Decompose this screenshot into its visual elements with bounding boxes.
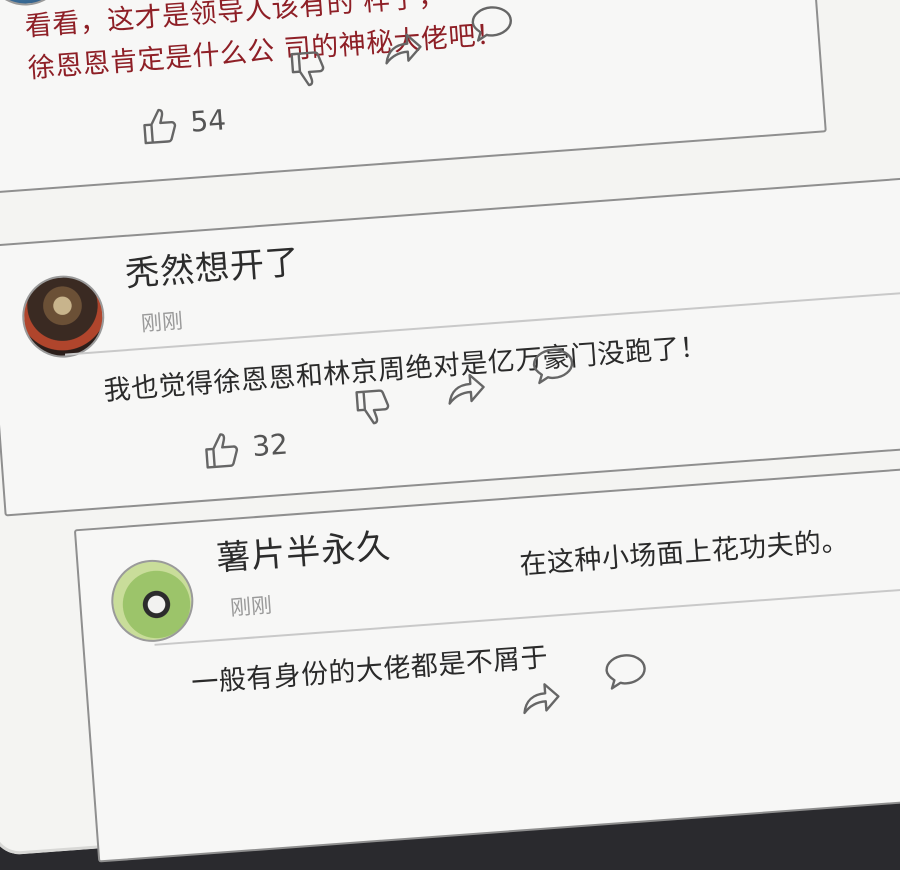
- comment-icon[interactable]: [530, 344, 577, 387]
- thumbs-down-icon[interactable]: [352, 386, 395, 429]
- comment-time: 刚刚: [140, 308, 184, 336]
- username[interactable]: 秃然想开了: [123, 234, 301, 296]
- avatar[interactable]: [19, 272, 108, 361]
- thumbs-up-icon[interactable]: [139, 105, 182, 148]
- share-icon[interactable]: [380, 27, 425, 70]
- comment-text-line: 在这种小场面上花功夫的。: [518, 525, 850, 581]
- like-count: 32: [251, 427, 290, 464]
- comment-card-1: 刚刚 看看，这才是领导人该有的 样子， 徐恩恩肯定是什么公 司的神秘大佬吧！ 5…: [0, 0, 827, 196]
- comment-text: 我也觉得徐恩恩和林京周绝对是亿万豪门没跑了！: [102, 331, 709, 407]
- comment-icon[interactable]: [469, 2, 516, 45]
- comment-icon[interactable]: [602, 650, 649, 693]
- comment-card-2: 秃然想开了 刚刚 我也觉得徐恩恩和林京周绝对是亿万豪门没跑了！ 32: [0, 174, 900, 517]
- phone-screen: 刚刚 看看，这才是领导人该有的 样子， 徐恩恩肯定是什么公 司的神秘大佬吧！ 5…: [0, 0, 900, 863]
- thumbs-down-icon[interactable]: [287, 48, 330, 91]
- comment-card-3: 薯片半永久 刚刚 在这种小场面上花功夫的。 一般有身份的大佬都是不屑于: [73, 461, 900, 863]
- comment-text-line: 一般有身份的大佬都是不屑于: [190, 642, 550, 700]
- share-icon[interactable]: [443, 367, 488, 410]
- username[interactable]: 薯片半永久: [214, 518, 392, 580]
- avatar[interactable]: [108, 556, 197, 645]
- like-count: 54: [189, 103, 228, 139]
- comment-time: 刚刚: [229, 593, 273, 621]
- thumbs-up-icon[interactable]: [201, 429, 244, 472]
- share-icon[interactable]: [518, 676, 563, 719]
